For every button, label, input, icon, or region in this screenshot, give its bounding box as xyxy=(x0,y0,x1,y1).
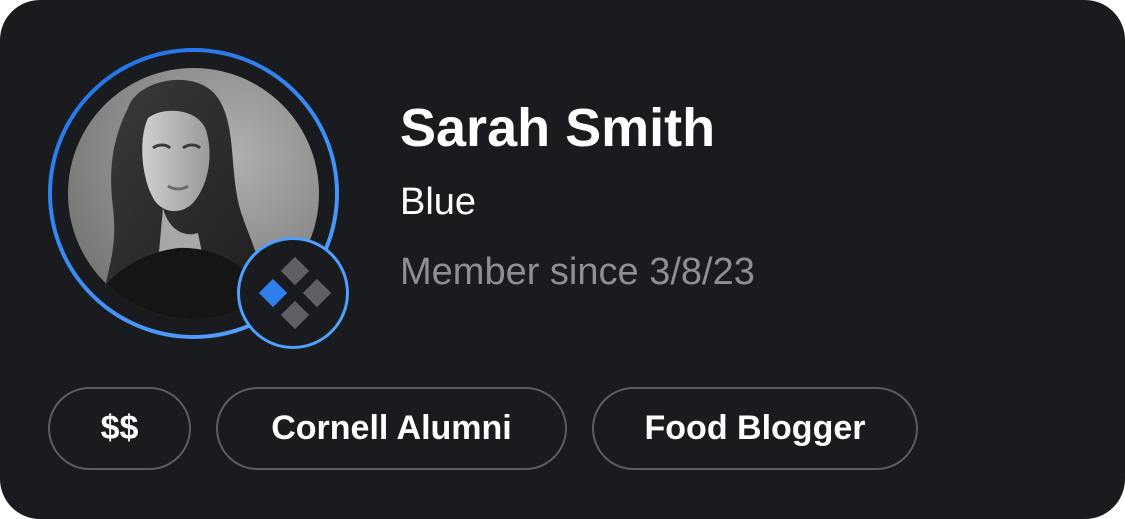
tag-cornell-alumni[interactable]: Cornell Alumni xyxy=(216,387,567,470)
diamond-grid-icon xyxy=(258,256,332,330)
profile-name: Sarah Smith xyxy=(400,98,716,158)
membership-tier: Blue xyxy=(400,181,477,223)
tag-price-level[interactable]: $$ xyxy=(48,387,191,470)
member-since-date: Member since 3/8/23 xyxy=(400,251,755,293)
profile-card: Sarah Smith Blue Member since 3/8/23 $$ … xyxy=(0,0,1125,519)
tier-badge[interactable] xyxy=(237,237,349,349)
avatar[interactable] xyxy=(48,48,349,349)
tag-food-blogger[interactable]: Food Blogger xyxy=(592,387,918,470)
